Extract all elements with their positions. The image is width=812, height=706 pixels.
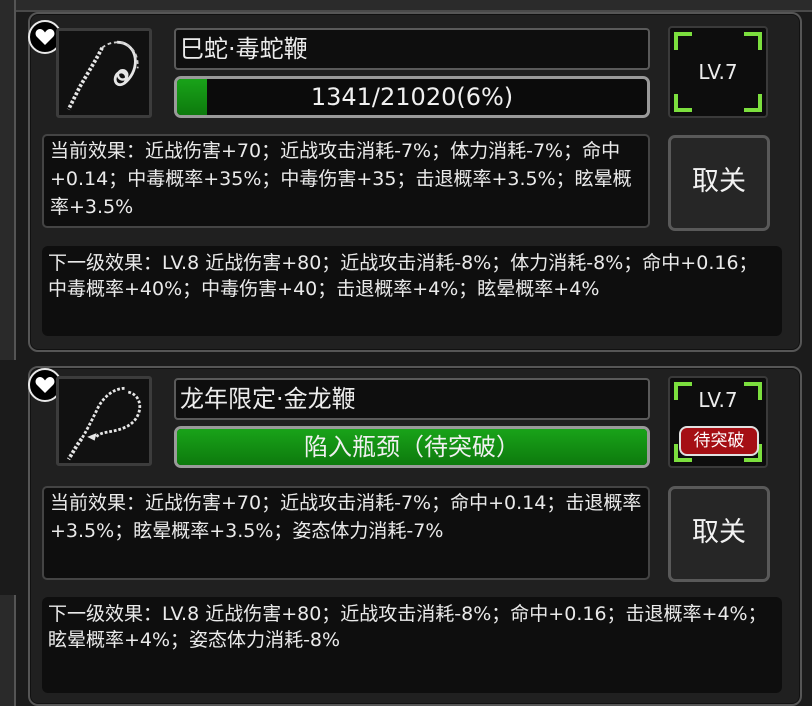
frame-corner bbox=[674, 94, 692, 112]
whip-dragon-icon[interactable] bbox=[56, 376, 152, 466]
frame-corner bbox=[674, 32, 692, 50]
pending-breakthrough-badge[interactable]: 待突破 bbox=[679, 426, 759, 456]
progress-bar: 1341/21020(6%) bbox=[174, 76, 650, 118]
level-label: LV.7 bbox=[698, 60, 738, 84]
level-label: LV.7 bbox=[698, 388, 738, 412]
whip-snake-icon[interactable] bbox=[56, 28, 152, 118]
progress-text: 陷入瓶颈（待突破） bbox=[304, 433, 520, 461]
left-scroll-strip bbox=[0, 0, 16, 360]
level-frame[interactable]: LV.7 待突破 bbox=[668, 376, 768, 468]
progress-bar: 陷入瓶颈（待突破） bbox=[174, 426, 650, 468]
frame-corner bbox=[744, 94, 762, 112]
progress-text: 1341/21020(6%) bbox=[310, 83, 514, 111]
next-level-effect-text: 下一级效果：LV.8 近战伤害+80；近战攻击消耗-8%；体力消耗-8%；命中+… bbox=[42, 246, 782, 336]
current-effect-text: 当前效果：近战伤害+70；近战攻击消耗-7%；体力消耗-7%；命中+0.14；中… bbox=[42, 134, 650, 228]
left-scroll-strip bbox=[0, 595, 16, 706]
next-level-effect-text: 下一级效果：LV.8 近战伤害+80；近战攻击消耗-8%；命中+0.16；击退概… bbox=[42, 597, 782, 693]
previous-card-edge bbox=[0, 0, 812, 12]
frame-corner bbox=[744, 32, 762, 50]
current-effect-text: 当前效果：近战伤害+70；近战攻击消耗-7%；命中+0.14；击退概率+3.5%… bbox=[42, 486, 650, 580]
unfollow-button[interactable]: 取关 bbox=[668, 486, 770, 582]
unfollow-button[interactable]: 取关 bbox=[668, 135, 770, 231]
item-name: 巳蛇·毒蛇鞭 bbox=[174, 28, 650, 70]
item-name: 龙年限定·金龙鞭 bbox=[174, 378, 650, 420]
level-frame[interactable]: LV.7 bbox=[668, 26, 768, 118]
